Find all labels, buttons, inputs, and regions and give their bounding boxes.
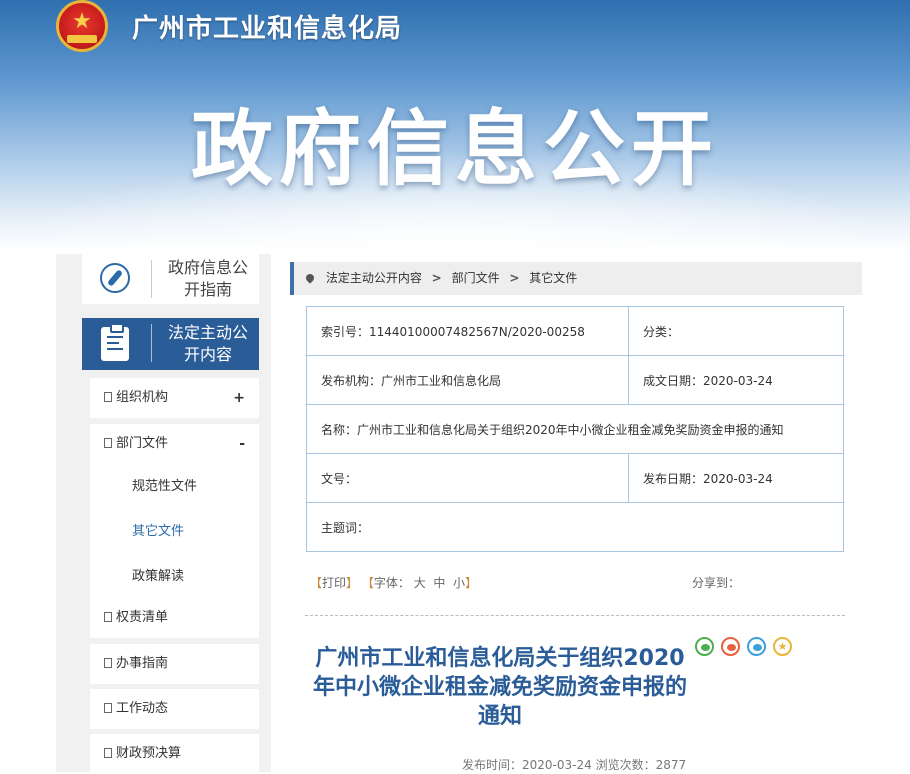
divider — [305, 615, 845, 616]
weibo-share-icon[interactable] — [721, 637, 740, 656]
clipboard-icon — [101, 323, 129, 361]
sidebar-guide-label: 政府信息公开指南 — [167, 258, 248, 299]
document-icon — [104, 392, 112, 402]
breadcrumb-link[interactable]: 部门文件 — [452, 271, 500, 285]
category: 分类： — [628, 306, 844, 356]
sidebar-menu-group: 财政预决算 — [90, 734, 259, 774]
article-meta: 发布时间：2020-03-24 浏览次数：2877 — [462, 756, 686, 773]
article-tools: 【打印】 【字体： 大 中 小】 — [310, 576, 478, 590]
share-label: 分享到： — [692, 576, 741, 590]
sidebar-guide-tile[interactable]: 政府信息公开指南 — [82, 254, 259, 304]
chevron-right-icon: > — [431, 271, 442, 285]
banner-title: 政府信息公开 — [190, 102, 719, 197]
publisher: 发布机构：广州市工业和信息化局 — [306, 355, 629, 405]
publish-time: 发布时间：2020-03-24 — [462, 758, 592, 772]
sidebar-item-dept-docs[interactable]: 部门文件 - — [90, 424, 259, 464]
index-number: 索引号：11440100007482567N/2020-00258 — [306, 306, 629, 356]
location-pin-icon — [304, 272, 316, 284]
qq-share-icon[interactable] — [747, 637, 766, 656]
document-icon — [104, 612, 112, 622]
created-date: 成文日期：2020-03-24 — [628, 355, 844, 405]
subject-words: 主题词： — [306, 502, 844, 552]
national-emblem-icon: ★ — [56, 0, 108, 52]
qzone-share-icon[interactable]: ★ — [773, 637, 792, 656]
document-icon — [104, 438, 112, 448]
document-name: 名称：广州市工业和信息化局关于组织2020年中小微企业租金减免奖励资金申报的通知 — [306, 404, 844, 454]
sidebar: 政府信息公开指南 法定主动公开内容 组织机构 + 部门文件 - 规范性文件 其它… — [56, 254, 271, 774]
document-info-table: 索引号：11440100007482567N/2020-00258 分类： 发布… — [306, 306, 844, 552]
font-small-button[interactable]: 小 — [453, 576, 465, 590]
sidebar-item-power-list[interactable]: 权责清单 — [90, 598, 259, 638]
print-button[interactable]: 打印 — [322, 576, 346, 590]
sidebar-subitem-other[interactable]: 其它文件 — [90, 509, 259, 554]
document-icon — [104, 658, 112, 668]
sidebar-item-org[interactable]: 组织机构 + — [90, 378, 259, 418]
font-medium-button[interactable]: 中 — [433, 576, 445, 590]
header-banner: ★ 广州市工业和信息化局 政府信息公开 — [0, 0, 910, 252]
site-title[interactable]: 广州市工业和信息化局 — [132, 8, 402, 45]
sidebar-legal-tile[interactable]: 法定主动公开内容 — [82, 318, 259, 370]
sidebar-item-work-news[interactable]: 工作动态 — [90, 689, 259, 729]
breadcrumb-link[interactable]: 其它文件 — [529, 271, 577, 285]
sidebar-legal-label: 法定主动公开内容 — [167, 323, 248, 364]
sidebar-menu-group: 办事指南 — [90, 644, 259, 684]
document-icon — [104, 748, 112, 758]
publish-date: 发布日期：2020-03-24 — [628, 453, 844, 503]
font-size-label: 字体： — [373, 576, 410, 590]
sidebar-menu-group: 工作动态 — [90, 689, 259, 729]
collapse-icon[interactable]: - — [239, 424, 245, 464]
breadcrumb: 法定主动公开内容 > 部门文件 > 其它文件 — [290, 262, 862, 295]
view-count: 浏览次数：2877 — [595, 758, 687, 772]
sidebar-menu-group: 组织机构 + — [90, 378, 259, 418]
sidebar-item-service-guide[interactable]: 办事指南 — [90, 644, 259, 684]
document-icon — [104, 703, 112, 713]
chevron-right-icon: > — [509, 271, 520, 285]
sidebar-item-budget[interactable]: 财政预决算 — [90, 734, 259, 774]
sidebar-menu-group: 权责清单 — [90, 598, 259, 638]
font-large-button[interactable]: 大 — [414, 576, 426, 590]
sidebar-subitem-policy[interactable]: 政策解读 — [90, 554, 259, 599]
compass-icon — [100, 263, 130, 293]
sidebar-subitem-normative[interactable]: 规范性文件 — [90, 464, 259, 509]
article-title: 广州市工业和信息化局关于组织2020年中小微企业租金减免奖励资金申报的通知 — [312, 646, 687, 729]
breadcrumb-link[interactable]: 法定主动公开内容 — [326, 271, 422, 285]
expand-icon[interactable]: + — [233, 378, 245, 418]
sidebar-menu-group: 部门文件 - 规范性文件 其它文件 政策解读 — [90, 424, 259, 599]
wechat-share-icon[interactable] — [695, 637, 714, 656]
document-number: 文号： — [306, 453, 629, 503]
